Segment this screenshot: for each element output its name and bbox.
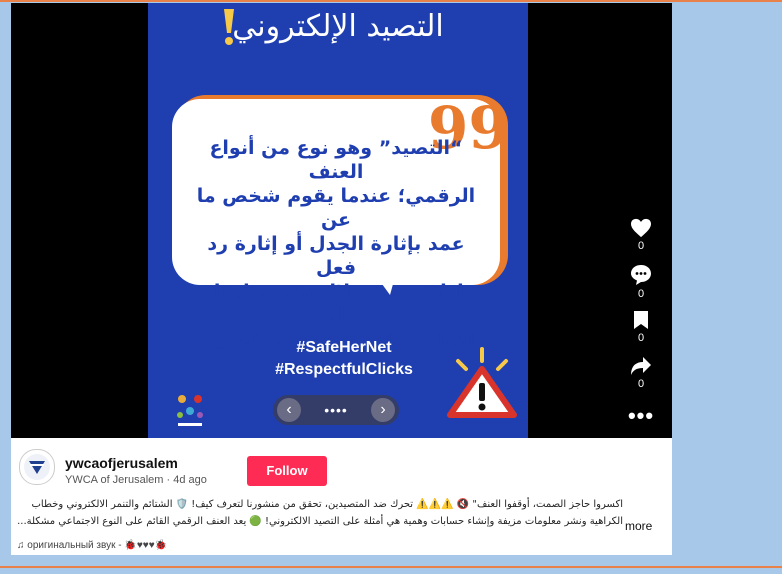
- more-options-icon[interactable]: •••: [621, 403, 661, 429]
- caption-line: اكسروا حاجز الصمت، أوقفوا العنف" 🔇 ⚠️⚠️⚠…: [31, 499, 623, 510]
- comment-count: 0: [637, 288, 645, 300]
- caption-line: الكراهية ونشر معلومات مزيفة وإنشاء حسابا…: [17, 516, 623, 527]
- ywca-logo-icon: [24, 454, 50, 480]
- warning-sign-icon: [447, 347, 517, 418]
- share-count: 0: [637, 378, 645, 390]
- organization-logo-icon: [177, 395, 203, 426]
- top-accent-rule: [0, 0, 782, 2]
- quote-text: “التصيد” وهو نوع من أنواع العنف الرقمي؛ …: [188, 136, 484, 352]
- video-player[interactable]: التصيد الإلكتروني 99 “التصيد” وهو نوع من…: [11, 3, 672, 438]
- slide-title: التصيد الإلكتروني: [232, 9, 444, 44]
- caption-more-link[interactable]: more: [625, 519, 652, 533]
- avatar[interactable]: [19, 449, 55, 485]
- sound-link[interactable]: ♫ оригинальный звук - 🐞♥♥♥🐞: [17, 540, 167, 551]
- comment-button[interactable]: 0: [621, 264, 661, 300]
- slide-navigation: ‹ •••• ›: [273, 395, 399, 425]
- author-username[interactable]: ywcaofjerusalem: [65, 455, 178, 471]
- save-button[interactable]: 0: [621, 310, 661, 344]
- post-age: 4d ago: [173, 474, 207, 486]
- like-button[interactable]: 0: [621, 218, 661, 252]
- heart-icon: [631, 218, 651, 238]
- tiktok-embed: التصيد الإلكتروني 99 “التصيد” وهو نوع من…: [11, 3, 672, 555]
- author-subline: YWCA of Jerusalem · 4d ago: [65, 474, 207, 486]
- share-arrow-icon: [631, 357, 651, 375]
- post-footer: ywcaofjerusalem YWCA of Jerusalem · 4d a…: [11, 438, 672, 555]
- bookmark-icon: [634, 311, 648, 329]
- hashtag-respectfulclicks: #RespectfulClicks: [275, 361, 413, 378]
- quote-line: عمد بإثارة الجدل أو إثارة رد فعل: [207, 233, 465, 279]
- quote-line: عاطفي من خلال نشر تعليقات أو: [194, 281, 478, 327]
- previous-slide-button[interactable]: ‹: [277, 398, 301, 422]
- separator: ·: [163, 474, 174, 486]
- comment-icon: [631, 265, 651, 285]
- quote-line: الرقمي؛ عندما يقوم شخص ما عن: [196, 185, 476, 231]
- share-button[interactable]: 0: [621, 356, 661, 390]
- quote-line: “التصيد” وهو نوع من أنواع العنف: [209, 137, 463, 183]
- video-slide: التصيد الإلكتروني 99 “التصيد” وهو نوع من…: [148, 3, 528, 438]
- slide-indicator-dots: ••••: [324, 402, 348, 418]
- hashtag-safehernet: #SafeHerNet: [296, 339, 392, 356]
- save-count: 0: [637, 332, 645, 344]
- follow-button[interactable]: Follow: [247, 456, 327, 486]
- post-caption: اكسروا حاجز الصمت، أوقفوا العنف" 🔇 ⚠️⚠️⚠…: [11, 496, 623, 530]
- like-count: 0: [637, 240, 645, 252]
- author-display-name[interactable]: YWCA of Jerusalem: [65, 474, 163, 486]
- bottom-accent-rule: [0, 566, 782, 568]
- next-slide-button[interactable]: ›: [371, 398, 395, 422]
